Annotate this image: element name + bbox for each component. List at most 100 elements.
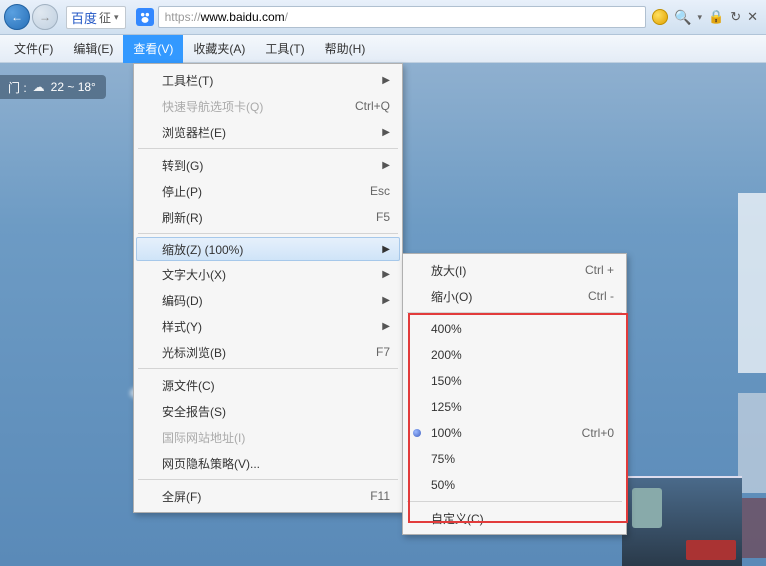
weather-bar[interactable]: 门 : ☁ 22 ~ 18° (0, 75, 106, 99)
menuitem-label: 100% (431, 426, 462, 440)
shortcut-label: Esc (370, 184, 390, 198)
url-input[interactable]: https://www.baidu.com/ (158, 6, 646, 28)
menu-edit[interactable]: 编辑(E) (63, 35, 123, 63)
menuitem-goto[interactable]: 转到(G) ▶ (136, 152, 400, 178)
menuitem-label: 转到(G) (162, 157, 203, 174)
menuitem-encoding[interactable]: 编码(D)▶ (136, 287, 400, 313)
menuitem-browser-bar[interactable]: 浏览器栏(E)▶ (136, 119, 400, 145)
close-icon[interactable]: ✕ (747, 9, 758, 25)
menuitem-label: 源文件(C) (162, 377, 215, 394)
menuitem-label: 安全报告(S) (162, 403, 226, 420)
shortcut-label: F5 (376, 210, 390, 224)
menuitem-label: 200% (431, 348, 462, 362)
menuitem-label: 快速导航选项卡(Q) (162, 98, 263, 115)
menuitem-label: 125% (431, 400, 462, 414)
view-dropdown: 工具栏(T)▶ 快速导航选项卡(Q)Ctrl+Q 浏览器栏(E)▶ 转到(G)▶… (133, 63, 403, 513)
menu-file[interactable]: 文件(F) (4, 35, 63, 63)
menuitem-label: 缩小(O) (431, 288, 472, 305)
lock-icon[interactable]: 🔒 (708, 9, 724, 25)
url-domain: www.baidu.com (201, 10, 285, 24)
shortcut-label: F7 (376, 345, 390, 359)
weather-temp: 22 ~ 18° (51, 80, 96, 94)
provider-label: 百度 (71, 8, 97, 27)
chevron-right-icon: ▶ (382, 321, 390, 332)
menuitem-zoom-50[interactable]: 50% (405, 472, 624, 498)
address-bar: ← → 百度 征 ▾ https://www.baidu.com/ 🔍 ▾ 🔒 … (0, 0, 766, 35)
menuitem-label: 全屏(F) (162, 488, 201, 505)
menu-favorites[interactable]: 收藏夹(A) (183, 35, 255, 63)
menu-view[interactable]: 查看(V) (123, 35, 183, 63)
menuitem-zoom-custom[interactable]: 自定义(C)... (405, 505, 624, 531)
menu-tools[interactable]: 工具(T) (255, 35, 314, 63)
shortcut-label: Ctrl - (588, 289, 614, 303)
menuitem-zoom-125[interactable]: 125% (405, 394, 624, 420)
menuitem-label: 工具栏(T) (162, 72, 213, 89)
menuitem-caret-browse[interactable]: 光标浏览(B) F7 (136, 339, 400, 365)
menu-separator (138, 368, 398, 369)
content-area: 门 : ☁ 22 ~ 18° 工具栏(T)▶ 快速导航选项卡(Q)Ctrl+Q … (0, 63, 766, 566)
chevron-down-icon[interactable]: ▾ (697, 12, 702, 23)
menuitem-source[interactable]: 源文件(C) (136, 372, 400, 398)
baidu-paw-icon (136, 8, 154, 26)
menu-separator (407, 312, 622, 313)
shortcut-label: Ctrl + (585, 263, 614, 277)
menuitem-quicknav: 快速导航选项卡(Q) Ctrl+Q (136, 93, 400, 119)
refresh-icon[interactable]: ↻ (730, 9, 741, 25)
zoom-submenu: 放大(I) Ctrl + 缩小(O) Ctrl - 400% 200% 150% 1… (402, 253, 627, 535)
menuitem-label: 放大(I) (431, 262, 466, 279)
menuitem-zoom-in[interactable]: 放大(I) Ctrl + (405, 257, 624, 283)
menuitem-label: 浏览器栏(E) (162, 124, 226, 141)
menuitem-security-report[interactable]: 安全报告(S) (136, 398, 400, 424)
toolbar-right: 🔍 ▾ 🔒 ↻ ✕ (652, 9, 762, 26)
menuitem-stop[interactable]: 停止(P)Esc (136, 178, 400, 204)
security-badge-icon[interactable] (652, 9, 668, 25)
menuitem-zoom-100[interactable]: 100% Ctrl+0 (405, 420, 624, 446)
menuitem-refresh[interactable]: 刷新(R) F5 (136, 204, 400, 230)
menu-separator (138, 479, 398, 480)
menuitem-label: 400% (431, 322, 462, 336)
menu-bar: 文件(F) 编辑(E) 查看(V) 收藏夹(A) 工具(T) 帮助(H) (0, 35, 766, 63)
menuitem-zoom-200[interactable]: 200% (405, 342, 624, 368)
menuitem-label: 文字大小(X) (162, 266, 226, 283)
search-provider-box[interactable]: 百度 征 ▾ (66, 6, 126, 29)
menuitem-label: 75% (431, 452, 455, 466)
menuitem-zoom-400[interactable]: 400% (405, 316, 624, 342)
menuitem-label: 自定义(C)... (431, 510, 494, 527)
menu-help[interactable]: 帮助(H) (315, 35, 376, 63)
menuitem-zoom-75[interactable]: 75% (405, 446, 624, 472)
menuitem-fullscreen[interactable]: 全屏(F) F11 (136, 483, 400, 509)
chevron-right-icon: ▶ (382, 75, 390, 86)
menuitem-label: 光标浏览(B) (162, 344, 226, 361)
provider-sub: 征 (99, 9, 111, 26)
menuitem-label: 网页隐私策略(V)... (162, 455, 260, 472)
shortcut-label: Ctrl+Q (355, 99, 390, 113)
menu-separator (138, 233, 398, 234)
menuitem-style[interactable]: 样式(Y)▶ (136, 313, 400, 339)
shortcut-label: F11 (370, 489, 390, 503)
shortcut-label: Ctrl+0 (582, 426, 614, 440)
chevron-right-icon: ▶ (382, 269, 390, 280)
menuitem-zoom[interactable]: 缩放(Z) (100%)▶ (136, 237, 400, 261)
menuitem-intl-address: 国际网站地址(I) (136, 424, 400, 450)
menuitem-label: 50% (431, 478, 455, 492)
menuitem-label: 国际网站地址(I) (162, 429, 245, 446)
url-protocol: https:// (165, 10, 201, 24)
search-icon[interactable]: 🔍 (674, 9, 691, 26)
menuitem-zoom-out[interactable]: 缩小(O) Ctrl - (405, 283, 624, 309)
menuitem-zoom-150[interactable]: 150% (405, 368, 624, 394)
chevron-right-icon: ▶ (382, 160, 390, 171)
menuitem-label: 刷新(R) (162, 209, 203, 226)
menuitem-label: 编码(D) (162, 292, 203, 309)
forward-button[interactable]: → (32, 4, 58, 30)
arrow-right-icon: → (39, 10, 51, 24)
back-button[interactable]: ← (4, 4, 30, 30)
menu-separator (138, 148, 398, 149)
chevron-right-icon: ▶ (382, 244, 390, 255)
menuitem-label: 150% (431, 374, 462, 388)
page-strip (738, 498, 766, 558)
weather-city: 门 : (8, 79, 27, 96)
menuitem-textsize[interactable]: 文字大小(X) ▶ (136, 261, 400, 287)
page-strip (738, 393, 766, 493)
menuitem-privacy-policy[interactable]: 网页隐私策略(V)... (136, 450, 400, 476)
menuitem-toolbar[interactable]: 工具栏(T) ▶ (136, 67, 400, 93)
